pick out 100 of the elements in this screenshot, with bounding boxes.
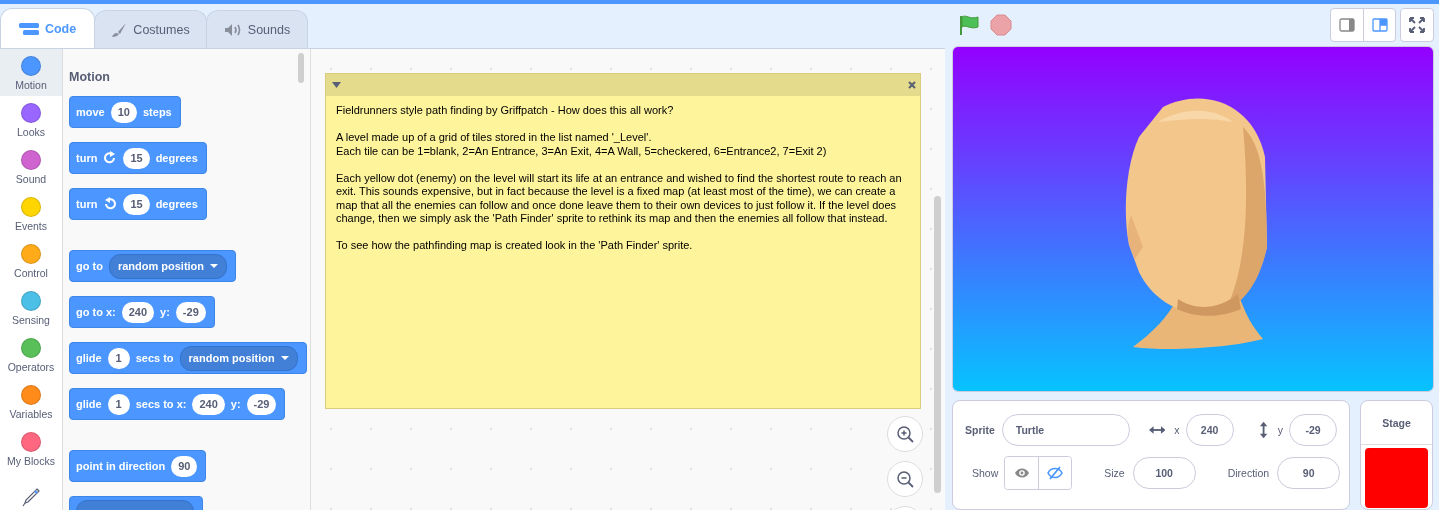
show-label: Show [972, 467, 999, 479]
comment-text: Each yellow dot (enemy) on the level will start its life at an entrance and wished to find the shortest route to reach an exit. This sounds expensive, but in fact because the level is a fixed map (at least most of the time), we can create a map that all the enemies can follow and once done leave them to their own devices to just follow it. If the level does change, then we simply ask the 'Path Finder' sprite to rethink its map and then the enemies all follow that instead. [336, 171, 903, 226]
number-input[interactable]: 1 [107, 393, 130, 415]
caret-icon [210, 264, 219, 268]
category-item[interactable]: Looks [0, 96, 62, 143]
speaker-icon [223, 22, 242, 37]
motion-block[interactable]: point in direction 90 [69, 450, 207, 482]
number-input[interactable]: 1 [107, 347, 130, 369]
stage-panel-title: Stage [1361, 401, 1432, 445]
zoom-in-icon [896, 425, 914, 443]
normal-stage-icon [1371, 18, 1388, 32]
category-label: My Blocks [7, 455, 55, 467]
collapse-icon[interactable] [332, 82, 341, 88]
size-field[interactable]: 100 [1132, 457, 1196, 489]
category-label: Operators [7, 361, 55, 373]
category-item[interactable]: Control [0, 237, 62, 284]
number-input[interactable]: -29 [175, 301, 206, 323]
rotate-clockwise-icon [103, 151, 118, 165]
dropdown[interactable]: random position [179, 345, 298, 371]
category-label: Motion [15, 79, 47, 91]
number-input[interactable]: -29 [246, 393, 277, 415]
y-field[interactable]: -29 [1289, 414, 1337, 446]
eye-icon [1013, 467, 1030, 479]
block-label: y: [230, 398, 241, 410]
motion-block[interactable]: go to random position [69, 250, 237, 282]
comment-text: Each tile can be 1=blank, 2=An Entrance, 3=An Exit, 4=A Wall, 5=checkered, 6=Entrance2, 7=Exit 2) [336, 144, 828, 158]
horizontal-arrows-icon [1148, 425, 1166, 435]
scrollbar[interactable] [934, 196, 941, 493]
block-label: go to [76, 260, 103, 272]
category-label: Sound [15, 173, 47, 185]
dropdown[interactable]: random position [108, 253, 228, 279]
block-label: glide [76, 398, 102, 410]
block-label: y: [160, 306, 170, 318]
x-field[interactable]: 240 [1185, 414, 1234, 446]
comment-text: Fieldrunners style path finding by Griffpatch - How does this all work? [336, 104, 675, 118]
motion-block[interactable]: go to x: 240 y: -29 [69, 296, 215, 328]
category-label: Sensing [12, 314, 50, 326]
stop-icon[interactable] [990, 14, 1012, 36]
block-label: secs to x: [135, 398, 187, 410]
category-label: Events [14, 220, 48, 232]
number-input[interactable]: 90 [171, 455, 198, 477]
category-item[interactable]: Operators [0, 331, 62, 378]
category-label: Looks [17, 126, 45, 138]
caret-icon [280, 356, 289, 360]
x-label: x [1174, 424, 1180, 436]
motion-block[interactable]: glide 1 secs to random position [69, 342, 307, 374]
category-label: Control [14, 267, 48, 279]
crossed-eye-icon [1047, 466, 1064, 480]
fullscreen-button[interactable] [1400, 8, 1434, 42]
zoom-button[interactable] [887, 416, 923, 452]
category-item[interactable]: Sensing [0, 284, 62, 331]
block-label: degrees [155, 198, 198, 210]
sprite-name-field[interactable]: Turtle [1001, 414, 1130, 446]
visibility-button[interactable] [1038, 457, 1072, 489]
motion-block[interactable]: move 10 steps [69, 96, 181, 128]
scrollbar[interactable] [298, 53, 304, 83]
block-label: point in direction [76, 460, 166, 472]
block-label: move [76, 106, 105, 118]
block-label: steps [143, 106, 172, 118]
vertical-arrows-icon [1258, 421, 1268, 439]
motion-block[interactable]: glide 1 secs to x: 240 y: -29 [69, 388, 286, 420]
number-input[interactable]: 240 [192, 393, 225, 415]
pen-icon [21, 486, 41, 507]
comment-note[interactable] [325, 73, 921, 409]
block-label: secs to [135, 352, 174, 364]
small-stage-icon [1339, 18, 1355, 32]
sprite-label: Sprite [965, 424, 995, 436]
number-input[interactable]: 10 [110, 101, 137, 123]
number-input[interactable]: 240 [121, 301, 155, 323]
tab[interactable]: Costumes [94, 10, 207, 48]
motion-block[interactable]: turn 15 degrees [69, 188, 207, 220]
category-item[interactable]: Sound [0, 143, 62, 190]
motion-block[interactable]: turn 15 degrees [69, 142, 207, 174]
direction-field[interactable]: 90 [1277, 457, 1341, 489]
direction-label: Direction [1227, 467, 1270, 479]
flag-icon[interactable] [958, 14, 980, 36]
category-item[interactable]: Variables [0, 378, 62, 425]
comment-text: A level made up of a grid of tiles stored in the list named '_Level'. [336, 131, 653, 145]
rotate-counterclockwise-icon [103, 197, 118, 211]
y-label: y [1277, 424, 1283, 436]
zoom-button[interactable] [887, 461, 923, 497]
block-label: turn [76, 198, 98, 210]
close-icon[interactable] [908, 81, 916, 89]
block-label: degrees [155, 152, 198, 164]
category-item[interactable]: Motion [0, 49, 62, 96]
stage-thumbnail[interactable] [1365, 448, 1428, 508]
palette-heading: Motion [69, 70, 110, 84]
category-item[interactable]: Events [0, 190, 62, 237]
comment-text: To see how the pathfinding map is created look in the 'Path Finder' sprite. [336, 239, 694, 253]
number-input[interactable]: 15 [123, 147, 150, 169]
fullscreen-icon [1409, 17, 1425, 33]
number-input[interactable]: 15 [123, 193, 150, 215]
block-label: glide [76, 352, 102, 364]
zoom-out-icon [896, 470, 914, 488]
size-label: Size [1104, 467, 1125, 479]
category-item[interactable]: My Blocks [0, 425, 62, 472]
code-blocks-icon [18, 22, 39, 35]
tab[interactable]: Sounds [206, 10, 308, 48]
block-label: go to x: [76, 306, 116, 318]
category-label: Variables [9, 408, 53, 420]
